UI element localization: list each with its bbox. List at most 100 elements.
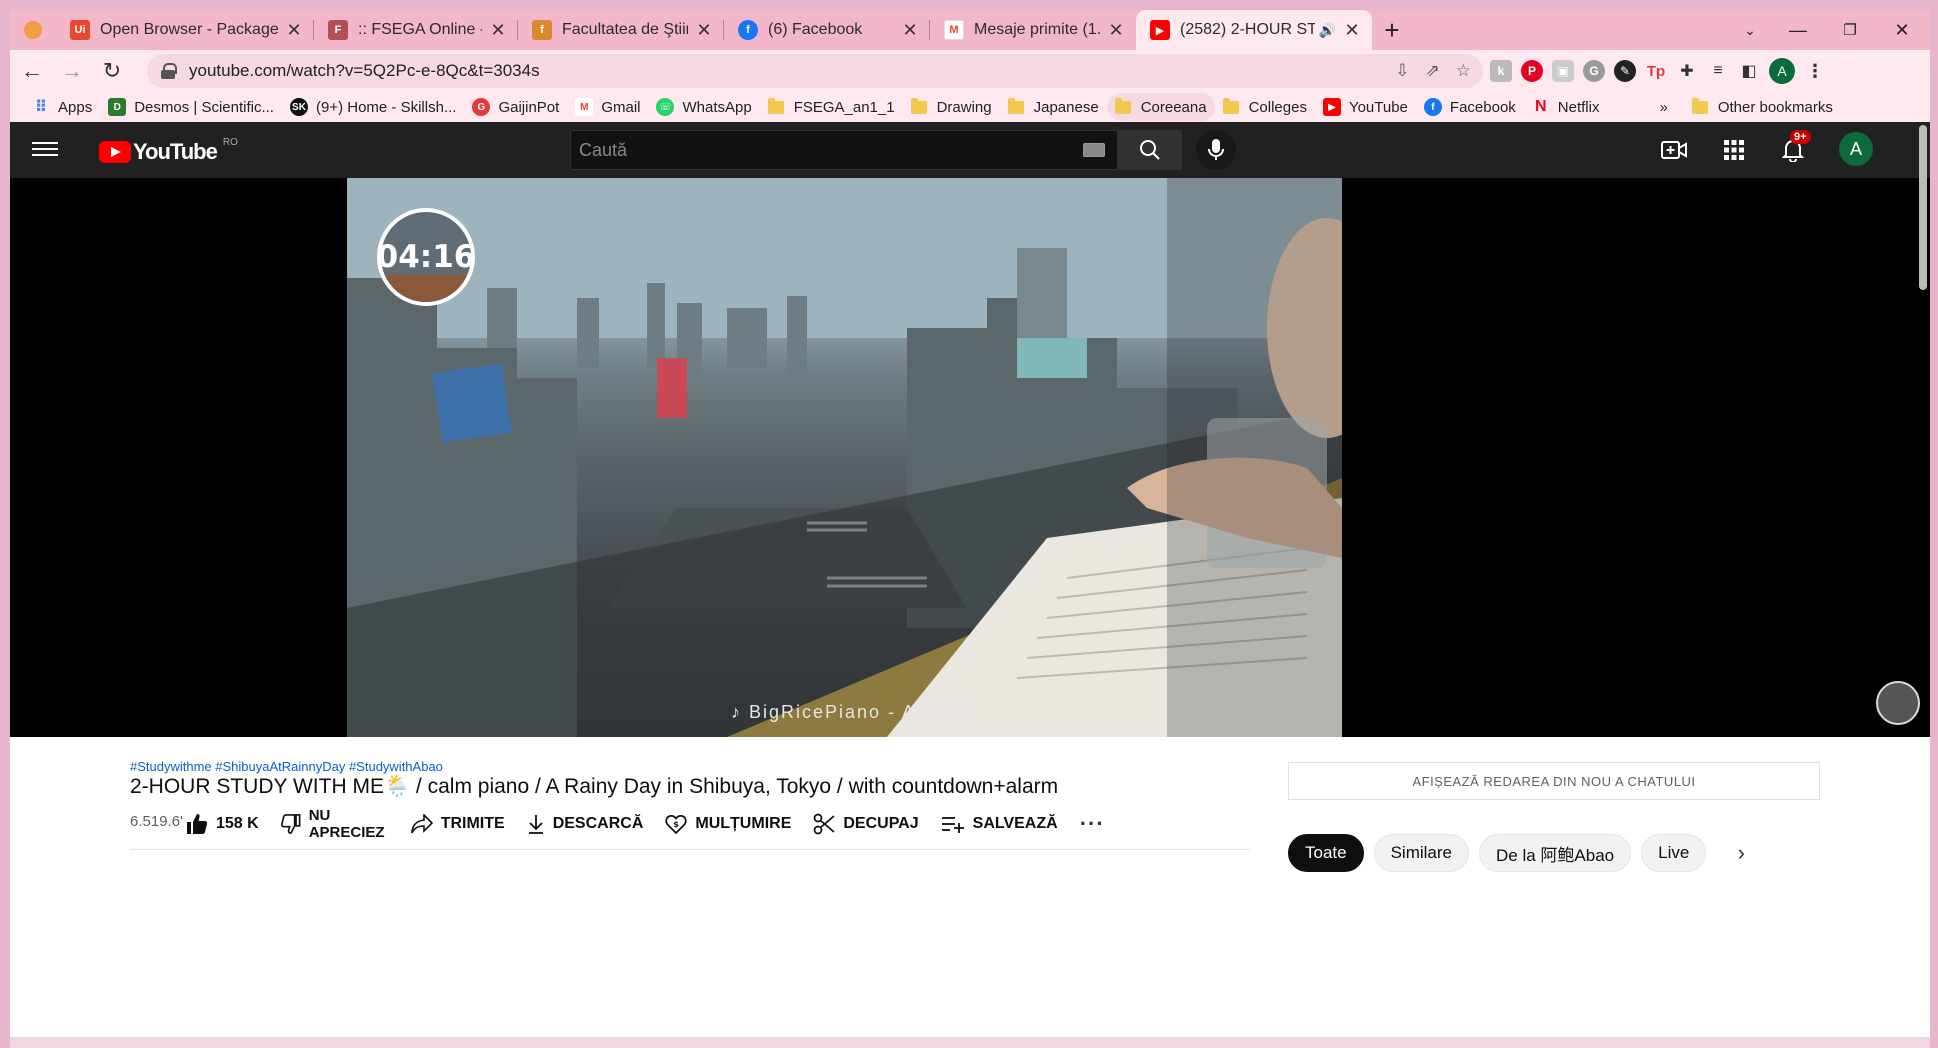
tab-title: Facultatea de Ştiinţe Econc	[562, 21, 688, 38]
voice-search-button[interactable]	[1196, 130, 1236, 170]
bookmark-folder-drawing[interactable]: Drawing	[903, 93, 1000, 121]
folder-icon	[910, 97, 927, 114]
lock-icon[interactable]	[161, 63, 177, 79]
extension-icon[interactable]: ▣	[1552, 60, 1574, 82]
video-player[interactable]: 04:16 ♪ BigRicePiano - AZURE	[10, 178, 1930, 737]
side-panel-icon[interactable]: ◧	[1738, 60, 1760, 82]
close-icon[interactable]: ✕	[1106, 20, 1126, 41]
close-icon[interactable]: ✕	[284, 20, 304, 41]
yt-account-avatar[interactable]: A	[1836, 132, 1876, 166]
search-icon	[1140, 140, 1160, 160]
other-bookmarks[interactable]: Other bookmarks	[1684, 93, 1841, 121]
url-text[interactable]: youtube.com/watch?v=5Q2Pc-e-8Qc&t=3034s	[189, 61, 540, 81]
bookmark-star-icon[interactable]: ☆	[1456, 61, 1471, 81]
page-scrollbar[interactable]	[1919, 125, 1927, 290]
window-close-icon[interactable]: ✕	[1874, 10, 1930, 50]
puzzle-icon[interactable]: ✚	[1676, 60, 1698, 82]
close-icon[interactable]: ✕	[1342, 20, 1362, 41]
pinterest-icon[interactable]: P	[1521, 60, 1543, 82]
kebab-menu-icon[interactable]: ⋮	[1804, 60, 1826, 82]
bookmark-whatsapp[interactable]: ☏ WhatsApp	[648, 93, 759, 121]
show-chat-replay-button[interactable]: AFIȘEAZĂ REDAREA DIN NOU A CHATULUI	[1288, 762, 1820, 800]
create-video-icon[interactable]	[1658, 134, 1690, 166]
chip-live[interactable]: Live	[1641, 834, 1707, 872]
like-button[interactable]: 158 K	[186, 813, 259, 835]
restore-icon[interactable]: ❐	[1822, 10, 1878, 50]
tab-fsega[interactable]: F :: FSEGA Online - Aplicatie ✕	[314, 10, 518, 50]
netflix-icon: N	[1535, 98, 1547, 115]
video-frame[interactable]: 04:16 ♪ BigRicePiano - AZURE	[347, 178, 1342, 737]
video-details: #Studywithme #ShibuyaAtRainnyDay #Studyw…	[10, 737, 1930, 1048]
thumbs-up-icon	[187, 814, 208, 834]
bookmark-gaijinpot[interactable]: G GaijinPot	[464, 93, 567, 121]
bookmarks-bar: ⠿ Apps D Desmos | Scientific... SK (9+) Hom…	[10, 92, 1930, 122]
tab-facebook[interactable]: f (6) Facebook ✕	[724, 10, 930, 50]
more-actions-button[interactable]: ···	[1080, 811, 1105, 837]
bookmark-apps[interactable]: ⠿ Apps	[24, 93, 100, 121]
share-icon[interactable]: ⇗	[1426, 61, 1440, 81]
extension-icon[interactable]: k	[1490, 60, 1512, 82]
pen-icon[interactable]: ✎	[1614, 60, 1636, 82]
bookmark-folder-japanese[interactable]: Japanese	[1000, 93, 1107, 121]
chevron-right-icon[interactable]: ›	[1726, 834, 1756, 872]
hamburger-menu-icon[interactable]	[32, 138, 58, 162]
tab-youtube-active[interactable]: ▶ (2582) 2-HOUR STUD 🔊 ✕	[1136, 10, 1372, 50]
bookmark-label: Colleges	[1248, 98, 1307, 116]
bookmark-facebook[interactable]: f Facebook	[1416, 93, 1524, 121]
media-queue-icon[interactable]: ≡	[1707, 60, 1729, 82]
download-icon	[528, 815, 543, 834]
chip-from-channel[interactable]: De la 阿鲍Abao	[1479, 834, 1632, 872]
gmail-icon: M	[575, 98, 594, 116]
bookmark-skillshare[interactable]: SK (9+) Home - Skillsh...	[282, 93, 464, 121]
keyboard-icon[interactable]	[1083, 143, 1105, 157]
tab-search-icon[interactable]	[10, 10, 56, 50]
tab-gmail[interactable]: M Mesaje primite (1.892) - al ✕	[930, 10, 1136, 50]
notifications-bell-icon[interactable]: 9+	[1776, 130, 1811, 166]
bookmark-gmail[interactable]: M Gmail	[567, 93, 648, 121]
bookmark-desmos[interactable]: D Desmos | Scientific...	[100, 93, 282, 121]
close-icon[interactable]: ✕	[694, 20, 714, 41]
profile-avatar[interactable]: A	[1769, 58, 1795, 84]
grammarly-icon[interactable]: G	[1583, 60, 1605, 82]
forward-arrow-icon[interactable]: →	[52, 51, 92, 91]
search-button[interactable]	[1118, 130, 1182, 170]
bookmark-netflix[interactable]: N Netflix	[1524, 93, 1608, 121]
tab-uipath[interactable]: Ui Open Browser - Package - ✕	[56, 10, 314, 50]
tab-faculty[interactable]: f Facultatea de Ştiinţe Econc ✕	[518, 10, 724, 50]
bookmark-folder-fsega[interactable]: FSEGA_an1_1	[760, 93, 903, 121]
close-icon[interactable]: ✕	[900, 20, 920, 41]
new-tab-button[interactable]: +	[1372, 10, 1412, 50]
clip-button[interactable]: DECUPAJ	[813, 813, 919, 835]
bookmark-folder-coreeana[interactable]: Coreeana	[1106, 93, 1215, 121]
bookmark-folder-colleges[interactable]: Colleges	[1215, 93, 1315, 121]
search-input[interactable]: Caută	[570, 130, 1118, 170]
tp-icon[interactable]: Tp	[1645, 60, 1667, 82]
bookmarks-overflow-button[interactable]: »	[1651, 93, 1675, 121]
apps-grid-icon[interactable]	[1718, 134, 1750, 166]
chip-related[interactable]: Similare	[1373, 834, 1469, 872]
bookmark-label: FSEGA_an1_1	[793, 98, 895, 116]
dislike-button[interactable]: NU APRECIEZ	[280, 807, 389, 841]
download-button[interactable]: DESCARCĂ	[527, 814, 643, 834]
share-button[interactable]: TRIMITE	[410, 814, 505, 834]
facebook-icon: f	[1423, 98, 1442, 116]
speaker-icon[interactable]: 🔊	[1319, 22, 1336, 39]
divider	[130, 849, 1250, 850]
thumbs-down-icon	[280, 814, 301, 834]
install-app-icon[interactable]: ⇩	[1395, 61, 1409, 81]
youtube-logo[interactable]: YouTube RO	[99, 137, 238, 165]
address-bar[interactable]: youtube.com/watch?v=5Q2Pc-e-8Qc&t=3034s …	[147, 54, 1483, 88]
thanks-button[interactable]: $ MULȚUMIRE	[665, 813, 791, 835]
bookmark-youtube[interactable]: ▶ YouTube	[1315, 93, 1416, 121]
city-scene-illustration	[347, 178, 1342, 737]
minimize-icon[interactable]: —	[1770, 10, 1826, 50]
browser-toolbar: ← → ↻ youtube.com/watch?v=5Q2Pc-e-8Qc&t=…	[10, 50, 1930, 92]
channel-watermark-icon[interactable]	[1876, 681, 1920, 725]
back-arrow-icon[interactable]: ←	[12, 51, 52, 91]
bookmark-label: Japanese	[1033, 98, 1099, 116]
chip-all[interactable]: Toate	[1288, 834, 1364, 872]
close-icon[interactable]: ✕	[488, 20, 508, 41]
video-hashtags[interactable]: #Studywithme #ShibuyaAtRainnyDay #Studyw…	[130, 759, 443, 774]
reload-icon[interactable]: ↻	[92, 51, 132, 91]
save-button[interactable]: SALVEAZĂ	[941, 815, 1058, 833]
